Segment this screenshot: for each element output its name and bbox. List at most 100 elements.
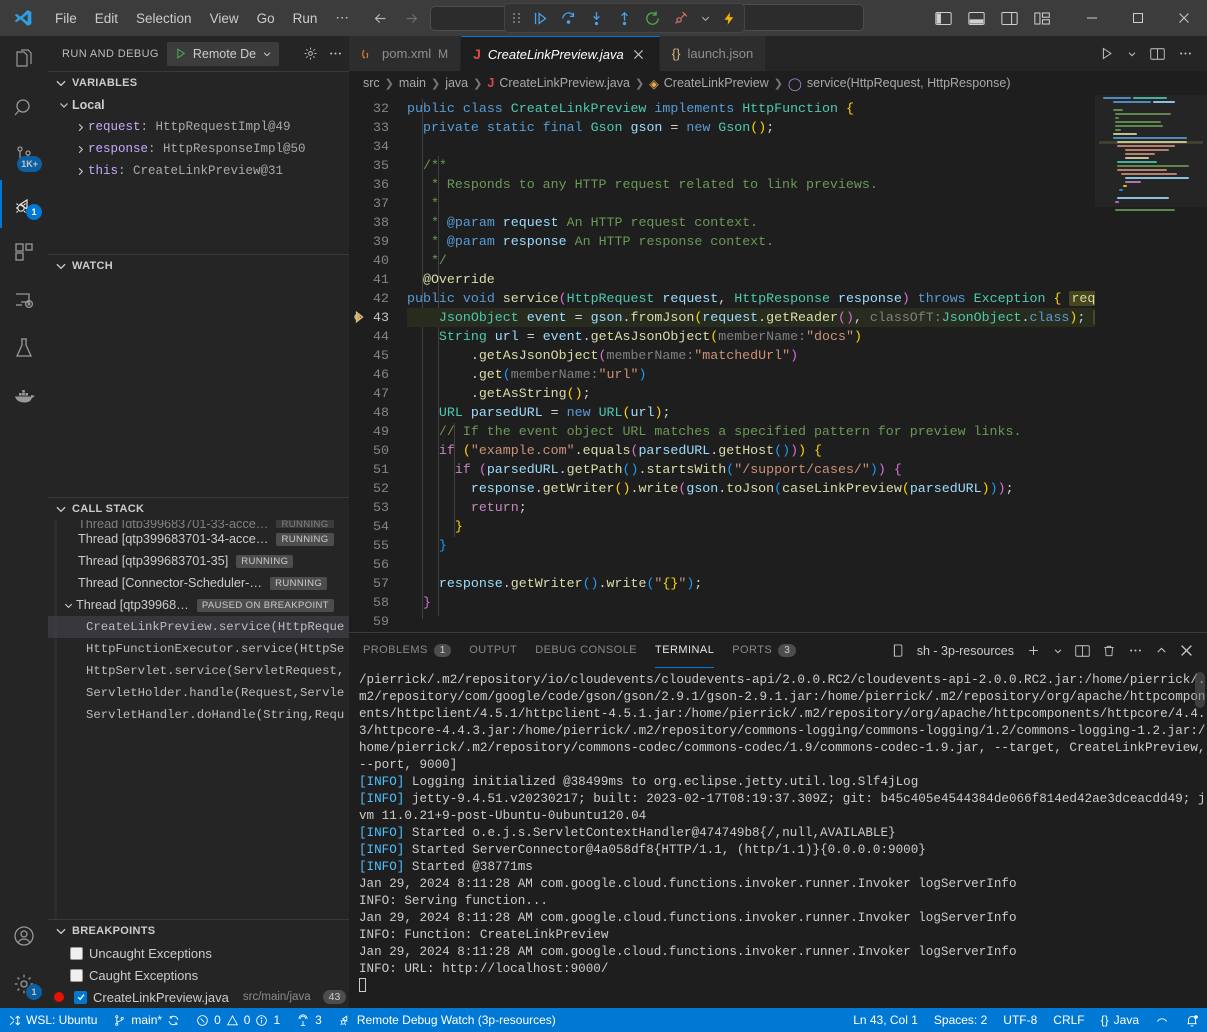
breadcrumb-java[interactable]: java — [445, 76, 468, 90]
activity-source-control[interactable]: 1K+ — [0, 132, 48, 180]
callstack-thread-row-paused[interactable]: Thread [qtp39968… PAUSED ON BREAKPOINT — [48, 594, 349, 616]
chevron-down-icon[interactable] — [700, 13, 711, 24]
chevron-down-icon[interactable] — [60, 600, 76, 611]
breakpoint-file-row[interactable]: CreateLinkPreview.java src/main/java 43 — [48, 986, 349, 1008]
activity-remote-explorer[interactable] — [0, 276, 48, 324]
status-feedback[interactable] — [1147, 1008, 1177, 1032]
close-icon[interactable] — [1180, 644, 1193, 657]
activity-run-and-debug[interactable]: 1 — [0, 180, 48, 228]
watch-section-header[interactable]: WATCH — [48, 255, 349, 277]
chevron-down-icon[interactable] — [1127, 49, 1137, 59]
variables-scope-local[interactable]: Local — [48, 94, 349, 116]
status-ports[interactable]: 3 — [288, 1008, 330, 1032]
callstack-thread-row[interactable]: Thread [qtp399683701-33-acce… RUNNING — [48, 520, 349, 528]
step-out-icon[interactable] — [616, 10, 633, 27]
breadcrumb-class[interactable]: CreateLinkPreview — [664, 76, 769, 90]
callstack-thread-row[interactable]: Thread [qtp399683701-35] RUNNING — [48, 550, 349, 572]
kill-terminal-icon[interactable] — [1102, 644, 1116, 658]
menu-more[interactable]: ⋯ — [326, 6, 358, 30]
chevron-up-icon[interactable] — [1155, 644, 1168, 657]
breadcrumb-main[interactable]: main — [399, 76, 426, 90]
status-remote-host[interactable]: WSL: Ubuntu — [0, 1008, 105, 1032]
code-editor[interactable]: 32 33 34 35 36 37 38 39 40 41 42 — [349, 95, 1207, 632]
panel-tab-terminal[interactable]: TERMINAL — [655, 633, 714, 668]
menu-view[interactable]: View — [201, 7, 248, 30]
split-terminal-icon[interactable] — [1075, 644, 1090, 658]
terminal-name[interactable]: sh - 3p-resources — [917, 644, 1014, 658]
tab-createlinkpreview-java[interactable]: J CreateLinkPreview.java — [461, 36, 660, 71]
status-problems[interactable]: 0 0 1 — [188, 1008, 288, 1032]
activity-extensions[interactable] — [0, 228, 48, 276]
window-close-button[interactable] — [1161, 0, 1207, 36]
callstack-thread-row[interactable]: Thread [qtp399683701-34-acce… RUNNING — [48, 528, 349, 550]
tab-pom-xml[interactable]: pom.xml M — [349, 36, 461, 71]
toggle-panel-icon[interactable] — [968, 11, 985, 26]
status-debug-session[interactable]: Remote Debug Watch (3p-resources) — [330, 1008, 564, 1032]
toggle-primary-sidebar-icon[interactable] — [935, 11, 952, 26]
lightning-icon[interactable] — [722, 11, 737, 26]
callstack-section-header[interactable]: CALL STACK — [48, 498, 349, 520]
callstack-frame-row[interactable]: HttpServlet.service(ServletRequest,S — [48, 660, 349, 682]
variable-row-request[interactable]: request: HttpRequestImpl@49 — [48, 116, 349, 138]
callstack-frame-row[interactable]: HttpFunctionExecutor.service(HttpSer — [48, 638, 349, 660]
step-into-icon[interactable] — [588, 10, 605, 27]
step-over-icon[interactable] — [560, 10, 577, 27]
terminal-scrollbar[interactable] — [1195, 672, 1205, 708]
new-terminal-icon[interactable] — [1026, 643, 1041, 658]
panel-tab-output[interactable]: OUTPUT — [469, 633, 517, 668]
restart-icon[interactable] — [644, 10, 661, 27]
activity-docker[interactable] — [0, 372, 48, 420]
window-maximize-button[interactable] — [1115, 0, 1161, 36]
breakpoint-caught-exceptions[interactable]: Caught Exceptions — [48, 964, 349, 986]
callstack-scrollbar[interactable] — [54, 520, 57, 919]
status-indentation[interactable]: Spaces: 2 — [926, 1008, 995, 1032]
activity-explorer[interactable] — [0, 36, 48, 84]
menu-run[interactable]: Run — [284, 7, 327, 30]
toggle-secondary-sidebar-icon[interactable] — [1001, 11, 1018, 26]
activity-accounts[interactable] — [0, 912, 48, 960]
more-actions-icon[interactable] — [1128, 643, 1143, 658]
drag-handle-icon[interactable] — [512, 11, 521, 25]
more-actions-icon[interactable] — [1178, 46, 1193, 61]
tab-launch-json[interactable]: {} launch.json — [660, 36, 766, 71]
status-eol[interactable]: CRLF — [1045, 1008, 1092, 1032]
breadcrumb-src[interactable]: src — [363, 76, 380, 90]
menu-edit[interactable]: Edit — [86, 7, 127, 30]
status-git-branch[interactable]: main* — [105, 1008, 188, 1032]
chevron-down-icon[interactable] — [1053, 646, 1063, 656]
breakpoints-section-header[interactable]: BREAKPOINTS — [48, 920, 349, 942]
breadcrumb-method[interactable]: service(HttpRequest, HttpResponse) — [807, 76, 1011, 90]
checkbox[interactable] — [70, 969, 83, 982]
split-editor-icon[interactable] — [1150, 47, 1165, 61]
chevron-right-icon[interactable] — [72, 144, 88, 155]
close-icon[interactable] — [631, 46, 647, 62]
customize-layout-icon[interactable] — [1034, 11, 1051, 26]
run-icon[interactable] — [1099, 46, 1114, 61]
callstack-frame-row[interactable]: ServletHolder.handle(Request,Servlet — [48, 682, 349, 704]
menu-file[interactable]: File — [46, 7, 86, 30]
chevron-right-icon[interactable] — [72, 122, 88, 133]
variable-row-response[interactable]: response: HttpResponseImpl@50 — [48, 138, 349, 160]
status-cursor-position[interactable]: Ln 43, Col 1 — [845, 1008, 926, 1032]
go-forward-icon[interactable] — [403, 10, 420, 27]
breakpoint-uncaught-exceptions[interactable]: Uncaught Exceptions — [48, 942, 349, 964]
terminal-output[interactable]: /pierrick/.m2/repository/io/cloudevents/… — [349, 668, 1207, 1008]
chevron-right-icon[interactable] — [72, 166, 88, 177]
checkbox[interactable] — [74, 991, 87, 1004]
launch-configuration-select[interactable]: Remote De — [167, 42, 279, 66]
window-minimize-button[interactable] — [1069, 0, 1115, 36]
menu-selection[interactable]: Selection — [127, 7, 201, 30]
status-encoding[interactable]: UTF-8 — [995, 1008, 1045, 1032]
variables-section-header[interactable]: VARIABLES — [48, 72, 349, 94]
callstack-thread-row[interactable]: Thread [Connector-Scheduler-… RUNNING — [48, 572, 349, 594]
breadcrumb-file[interactable]: CreateLinkPreview.java — [499, 76, 630, 90]
panel-tab-ports[interactable]: PORTS 3 — [732, 633, 796, 668]
checkbox[interactable] — [70, 947, 83, 960]
status-language-mode[interactable]: {} Java — [1093, 1008, 1147, 1032]
activity-search[interactable] — [0, 84, 48, 132]
code-lines[interactable]: public class CreateLinkPreview implement… — [407, 95, 1095, 632]
panel-tab-problems[interactable]: PROBLEMS 1 — [363, 633, 451, 668]
activity-testing[interactable] — [0, 324, 48, 372]
callstack-frame-row[interactable]: CreateLinkPreview.service(HttpReques — [48, 616, 349, 638]
disconnect-icon[interactable] — [672, 10, 689, 27]
